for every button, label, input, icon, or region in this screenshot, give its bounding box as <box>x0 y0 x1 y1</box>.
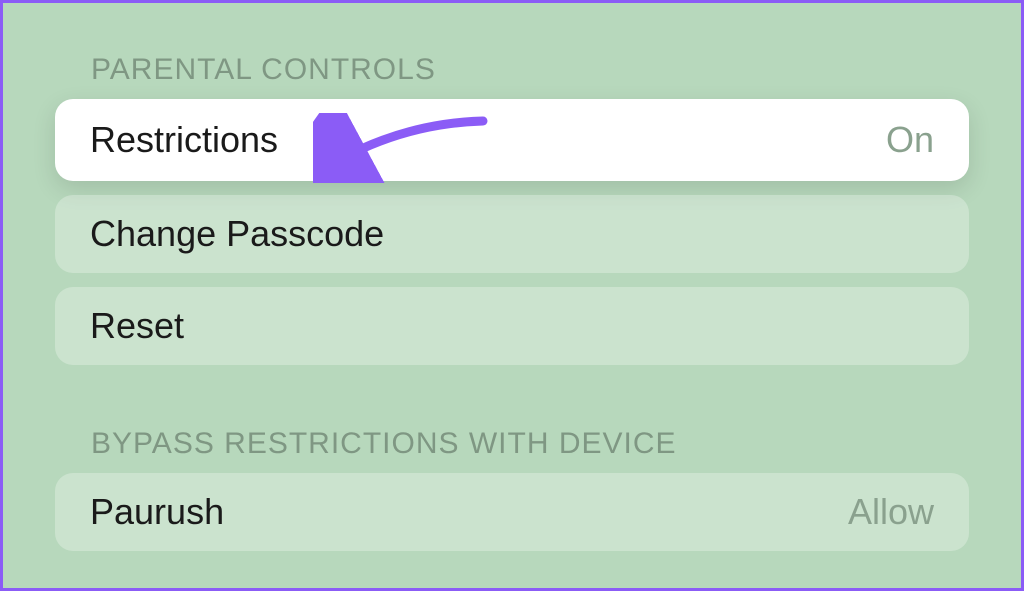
restrictions-row[interactable]: Restrictions On <box>55 99 969 181</box>
settings-panel: PARENTAL CONTROLS Restrictions On Change… <box>3 3 1021 551</box>
change-passcode-row[interactable]: Change Passcode <box>55 195 969 273</box>
change-passcode-label: Change Passcode <box>90 213 384 255</box>
bypass-device-value: Allow <box>848 491 934 533</box>
bypass-device-row[interactable]: Paurush Allow <box>55 473 969 551</box>
restrictions-label: Restrictions <box>90 119 278 161</box>
section-header-bypass: BYPASS RESTRICTIONS WITH DEVICE <box>91 427 969 461</box>
reset-label: Reset <box>90 305 184 347</box>
reset-row[interactable]: Reset <box>55 287 969 365</box>
bypass-device-label: Paurush <box>90 491 224 533</box>
restrictions-value: On <box>886 119 934 161</box>
section-header-parental: PARENTAL CONTROLS <box>91 53 969 87</box>
